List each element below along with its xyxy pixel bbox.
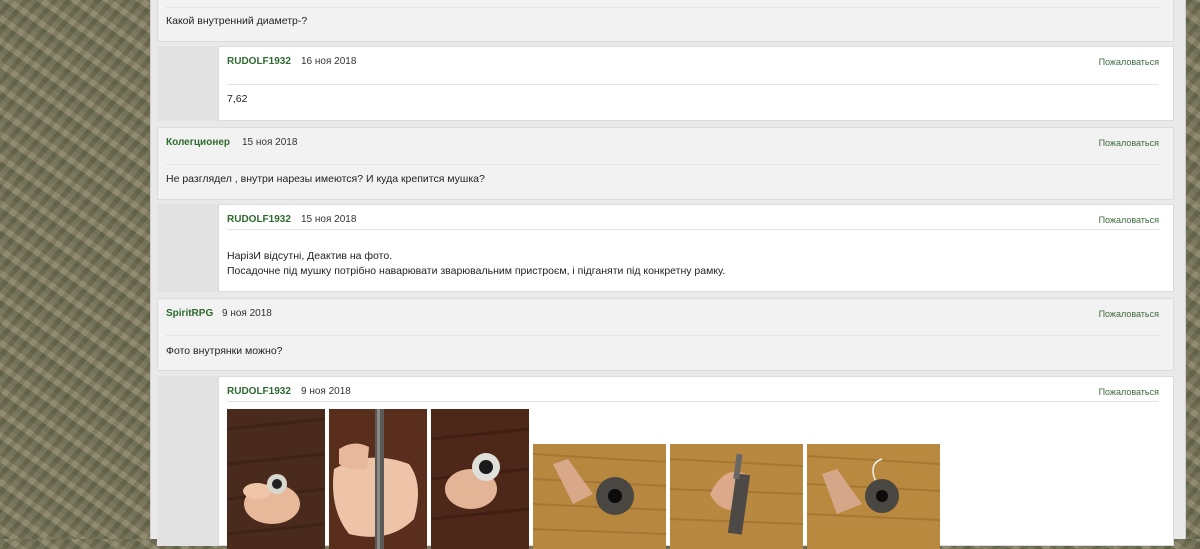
post-date: 15 ноя 2018	[301, 214, 357, 225]
report-link[interactable]: Пожаловаться	[1099, 215, 1159, 225]
post-body: Какой внутренний диаметр-?	[166, 14, 307, 29]
post-body: НарізИ відсутні, Деактив на фото. Посадо…	[227, 249, 725, 279]
post-header: SpiritRPG 9 ноя 2018 Пожаловаться	[166, 299, 1159, 336]
post-date: 9 ноя 2018	[301, 386, 351, 397]
post-body-line: Не разглядел , внутри нарезы имеются? И …	[166, 173, 485, 185]
post-header: RUDOLF1932 16 ноя 2018 Пожаловаться	[227, 47, 1159, 85]
author-link[interactable]: Колегционер	[166, 137, 230, 148]
barrel-photo-3[interactable]	[431, 409, 529, 549]
author-link[interactable]: RUDOLF1932	[227, 56, 291, 67]
author-link[interactable]: RUDOLF1932	[227, 214, 291, 225]
post: Колегционер 15 ноя 2018 Пожаловаться Не …	[157, 127, 1174, 200]
post-body-line: НарізИ відсутні, Деактив на фото.	[227, 250, 393, 262]
author-link[interactable]: RUDOLF1932	[227, 386, 291, 397]
report-link[interactable]: Пожаловаться	[1099, 138, 1159, 148]
post-header: RUDOLF1932 15 ноя 2018 Пожаловаться	[227, 205, 1159, 230]
barrel-photo-1[interactable]	[227, 409, 325, 549]
post-body: Не разглядел , внутри нарезы имеются? И …	[166, 172, 485, 187]
reply-post: RUDOLF1932 9 ноя 2018 Пожаловаться	[218, 376, 1174, 549]
post: SpiritRPG 9 ноя 2018 Пожаловаться Фото в…	[157, 298, 1174, 371]
post-body-line: Фото внутрянки можно?	[166, 345, 283, 357]
report-link[interactable]: Пожаловаться	[1099, 309, 1159, 319]
post-date: 15 ноя 2018	[242, 137, 298, 148]
post-header: Колегционер 15 ноя 2018 Пожаловаться	[166, 128, 1159, 165]
post-top: Какой внутренний диаметр-?	[157, 0, 1174, 42]
reply-gutter	[157, 376, 218, 546]
post-header: RUDOLF1932 9 ноя 2018 Пожаловаться	[227, 377, 1159, 402]
post-body-line: Какой внутренний диаметр-?	[166, 15, 308, 27]
barrel-photo-6[interactable]	[807, 444, 940, 549]
reply-post: RUDOLF1932 16 ноя 2018 Пожаловаться 7,62	[218, 46, 1174, 121]
post-body: Фото внутрянки можно?	[166, 344, 283, 359]
barrel-photo-2[interactable]	[329, 409, 427, 549]
report-link[interactable]: Пожаловаться	[1099, 57, 1159, 67]
post-body-line: Посадочне під мушку потрібно наварювати …	[227, 265, 726, 277]
post-body: 7,62	[227, 92, 247, 107]
post-body-line: 7,62	[227, 93, 248, 105]
reply-gutter	[157, 46, 218, 121]
author-link[interactable]: SpiritRPG	[166, 308, 213, 319]
barrel-photo-5[interactable]	[670, 444, 803, 549]
reply-gutter	[157, 204, 218, 292]
barrel-photo-4[interactable]	[533, 444, 666, 549]
post-date: 16 ноя 2018	[301, 56, 357, 67]
reply-post: RUDOLF1932 15 ноя 2018 Пожаловаться Нарі…	[218, 204, 1174, 292]
report-link[interactable]: Пожаловаться	[1099, 387, 1159, 397]
post-date: 9 ноя 2018	[222, 308, 272, 319]
thread-content: Какой внутренний диаметр-? RUDOLF1932 16…	[150, 0, 1186, 549]
